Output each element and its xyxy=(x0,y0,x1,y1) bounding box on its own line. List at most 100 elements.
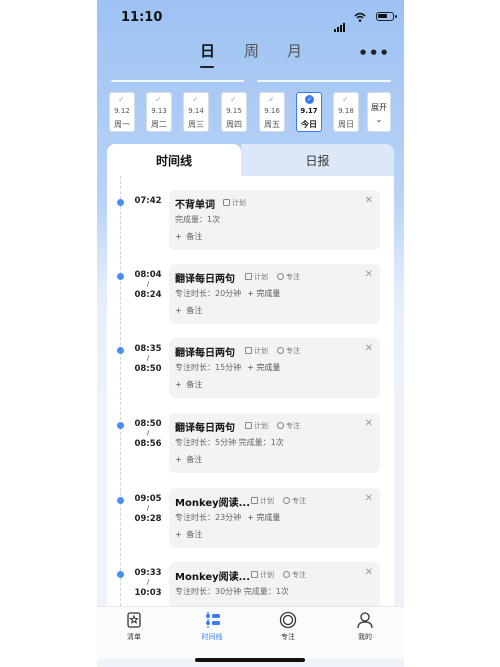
week-strip: ✓ 9.12 周一 ✓ 9.13 周二 ✓ 9.14 周三 ✓ 9.15 周四 … xyxy=(109,92,394,134)
plan-tag-label: 计划 xyxy=(254,422,268,430)
plan-tag: 计划 xyxy=(245,272,268,282)
entry-card[interactable]: Monkey阅读... 计划 专注 ✕ 专注时长：30分钟 完成量：1次 xyxy=(169,562,380,606)
add-note-button[interactable]: + 备注 xyxy=(175,454,202,465)
day-cell[interactable]: ✓ 9.14 周三 xyxy=(183,92,209,132)
tab-timeline[interactable]: 时间线 xyxy=(107,144,241,176)
day-cell[interactable]: ✓ 9.18 周日 xyxy=(333,92,359,132)
timeline-dot xyxy=(117,497,124,504)
entry-title: 不背单词 xyxy=(175,200,215,211)
focus-tag: 专注 xyxy=(277,421,300,431)
day-weekday: 周二 xyxy=(151,120,167,129)
time-separator: / xyxy=(146,280,150,288)
note-label: 备注 xyxy=(186,455,203,464)
day-date: 9.16 xyxy=(264,107,280,115)
entry-start-time: 09:05 xyxy=(134,494,162,504)
timeline-dot xyxy=(117,422,124,429)
mode-day[interactable]: 日 xyxy=(200,40,215,61)
header-divider xyxy=(111,80,391,83)
focus-tag: 专注 xyxy=(283,570,306,580)
plan-icon xyxy=(223,199,230,206)
entry-start-time: 08:50 xyxy=(134,419,162,429)
day-cell[interactable]: ✓ 9.16 周五 xyxy=(259,92,285,132)
plan-tag: 计划 xyxy=(251,496,274,506)
plan-tag-label: 计划 xyxy=(254,347,268,355)
entry-card[interactable]: 翻译每日两句 计划 专注 ✕ 专注时长：5分钟 完成量：1次 + 备注 xyxy=(169,413,380,473)
tab-focus[interactable]: 专注 xyxy=(263,611,313,642)
plan-tag-label: 计划 xyxy=(260,571,274,579)
focus-tag: 专注 xyxy=(277,346,300,356)
day-weekday: 周四 xyxy=(226,120,242,129)
day-cell[interactable]: ✓ 9.13 周二 xyxy=(146,92,172,132)
more-options-button[interactable]: ••• xyxy=(358,44,390,62)
entry-card[interactable]: 翻译每日两句 计划 专注 ✕ 专注时长：15分钟 + 完成量 + 备注 xyxy=(169,338,380,398)
close-icon[interactable]: ✕ xyxy=(365,269,373,280)
tab-checklist[interactable]: 清单 xyxy=(109,611,159,642)
check-icon: ✓ xyxy=(155,95,162,104)
entry-detail-text: 专注时长：30分钟 完成量：1次 xyxy=(175,587,289,596)
day-date: 9.12 xyxy=(114,107,130,115)
add-amount-label: 完成量 xyxy=(256,513,281,522)
plan-tag: 计划 xyxy=(223,198,246,208)
add-note-button[interactable]: + 备注 xyxy=(175,379,202,390)
close-icon[interactable]: ✕ xyxy=(365,567,373,578)
timeline-entry: 08:50 / 08:56 翻译每日两句 计划 专注 ✕ 专注时长：5分钟 完成… xyxy=(107,413,394,483)
day-weekday: 周三 xyxy=(188,120,204,129)
tab-profile[interactable]: 我的 xyxy=(340,611,390,642)
entry-end-time: 08:24 xyxy=(134,290,162,300)
time-separator: / xyxy=(146,354,150,362)
mode-month[interactable]: 月 xyxy=(287,40,302,61)
entry-card[interactable]: Monkey阅读... 计划 专注 ✕ 专注时长：23分钟 + 完成量 + 备注 xyxy=(169,488,380,548)
tab-timeline-nav[interactable]: 时间线 xyxy=(187,611,237,642)
time-separator: / xyxy=(146,504,150,512)
plan-tag: 计划 xyxy=(245,421,268,431)
focus-tag-label: 专注 xyxy=(292,571,306,579)
mode-active-underline xyxy=(200,66,214,68)
wifi-icon xyxy=(354,12,366,22)
entry-detail-text: 专注时长：20分钟 xyxy=(175,289,242,298)
day-weekday: 周日 xyxy=(338,120,354,129)
timeline-entry: 07:42 不背单词 计划 ✕ 完成量：1次 + 备注 xyxy=(107,190,394,260)
entry-end-time: 09:28 xyxy=(134,514,162,524)
focus-icon xyxy=(277,422,284,429)
entry-card[interactable]: 翻译每日两句 计划 专注 ✕ 专注时长：20分钟 + 完成量 + 备注 xyxy=(169,264,380,324)
day-date: 9.17 xyxy=(300,107,318,115)
focus-tag-label: 专注 xyxy=(286,273,300,281)
bottom-tab-bar: 清单 时间线 专注 我的 xyxy=(97,606,404,659)
entry-title: Monkey阅读... xyxy=(175,498,251,509)
add-amount-button[interactable]: + 完成量 xyxy=(247,363,280,372)
expand-week-button[interactable]: 展开 ⌄ xyxy=(367,92,391,132)
cellular-signal-icon xyxy=(334,13,346,32)
profile-icon xyxy=(357,612,373,629)
entry-card[interactable]: 不背单词 计划 ✕ 完成量：1次 + 备注 xyxy=(169,190,380,250)
close-icon[interactable]: ✕ xyxy=(365,493,373,504)
plan-icon xyxy=(245,273,252,280)
day-cell-today[interactable]: ✓ 9.17 今日 xyxy=(296,92,322,132)
plus-icon: + xyxy=(175,530,182,539)
tab-checklist-label: 清单 xyxy=(127,633,141,641)
tab-daily-report[interactable]: 日报 xyxy=(241,144,394,176)
plan-icon xyxy=(245,422,252,429)
entry-title: 翻译每日两句 xyxy=(175,274,235,285)
close-icon[interactable]: ✕ xyxy=(365,343,373,354)
focus-tag-label: 专注 xyxy=(286,347,300,355)
check-icon: ✓ xyxy=(192,95,199,104)
entry-detail: 专注时长：30分钟 完成量：1次 xyxy=(175,586,289,597)
add-note-button[interactable]: + 备注 xyxy=(175,305,202,316)
plan-tag: 计划 xyxy=(245,346,268,356)
add-note-button[interactable]: + 备注 xyxy=(175,529,202,540)
close-icon[interactable]: ✕ xyxy=(365,195,373,206)
day-cell[interactable]: ✓ 9.15 周四 xyxy=(221,92,247,132)
focus-icon xyxy=(283,571,290,578)
timeline-icon xyxy=(206,612,220,628)
mode-week[interactable]: 周 xyxy=(244,40,259,61)
day-cell[interactable]: ✓ 9.12 周一 xyxy=(109,92,135,132)
add-amount-button[interactable]: + 完成量 xyxy=(247,289,280,298)
close-icon[interactable]: ✕ xyxy=(365,418,373,429)
timeline-dot xyxy=(117,347,124,354)
add-amount-button[interactable]: + 完成量 xyxy=(247,513,280,522)
check-icon: ✓ xyxy=(118,95,125,104)
entry-start-time: 08:35 xyxy=(134,344,162,354)
focus-icon xyxy=(279,611,297,629)
add-note-button[interactable]: + 备注 xyxy=(175,231,202,242)
plan-icon xyxy=(251,571,258,578)
